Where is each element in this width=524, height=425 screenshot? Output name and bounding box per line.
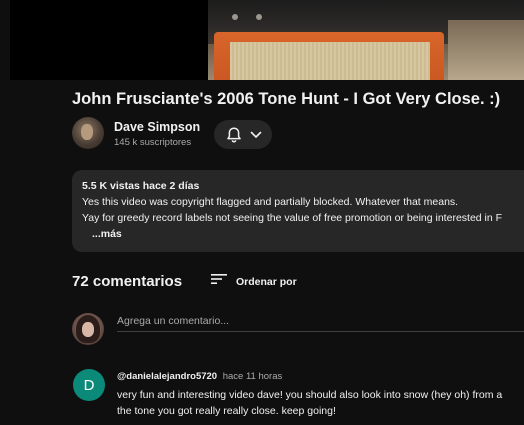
- comment-author[interactable]: @danielalejandro5720: [117, 371, 217, 382]
- comment-input-underline: [117, 331, 524, 332]
- subscriber-count: 145 k suscriptores: [114, 137, 192, 148]
- comment-time[interactable]: hace 11 horas: [223, 371, 283, 382]
- show-more-link[interactable]: ...más: [92, 228, 122, 240]
- sort-comments-button[interactable]: Ordenar por: [210, 272, 297, 291]
- user-avatar: [72, 313, 104, 345]
- chevron-down-icon: [250, 131, 262, 139]
- comment-text-line: the tone you got really really close. ke…: [117, 405, 336, 417]
- amp-knob: [232, 14, 238, 20]
- video-frame[interactable]: [10, 0, 524, 80]
- bell-icon: [226, 126, 242, 144]
- video-title: John Frusciante's 2006 Tone Hunt - I Got…: [72, 90, 501, 108]
- notification-bell-button[interactable]: [214, 120, 272, 149]
- user-avatar-face: [82, 322, 94, 337]
- background-image: [448, 20, 524, 80]
- comment-text-line: very fun and interesting video dave! you…: [117, 389, 503, 401]
- video-player-area[interactable]: [0, 0, 524, 80]
- description-line: Yes this video was copyright flagged and…: [82, 196, 459, 208]
- channel-avatar[interactable]: [72, 117, 104, 149]
- channel-avatar-face: [81, 124, 93, 140]
- comments-count: 72 comentarios: [72, 273, 183, 290]
- description-line: Yay for greedy record labels not seeing …: [82, 212, 503, 224]
- add-comment-input[interactable]: Agrega un comentario...: [117, 313, 524, 333]
- view-count-and-date: 5.5 K vistas hace 2 días: [82, 180, 200, 192]
- description-box[interactable]: 5.5 K vistas hace 2 días Yes this video …: [72, 170, 524, 252]
- sort-label: Ordenar por: [236, 275, 297, 288]
- video-thumbnail: [208, 0, 524, 80]
- comment-author-avatar[interactable]: D: [73, 369, 105, 401]
- amp-knob: [256, 14, 262, 20]
- sort-icon: [210, 272, 228, 291]
- comment-author-line: @danielalejandro5720 hace 11 horas: [117, 371, 282, 382]
- amp-grill-image: [230, 42, 430, 80]
- channel-name[interactable]: Dave Simpson: [114, 120, 200, 134]
